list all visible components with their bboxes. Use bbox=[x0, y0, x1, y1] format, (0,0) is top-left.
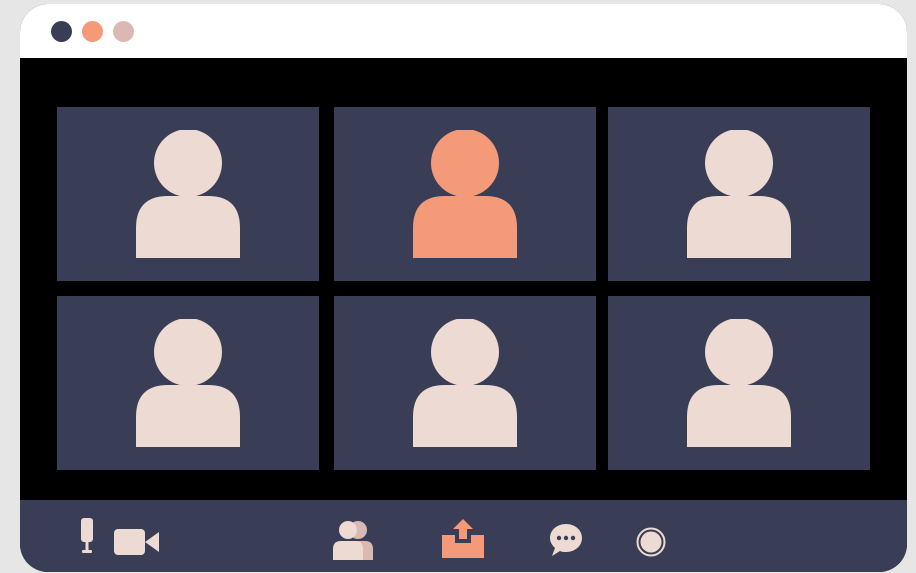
meeting-window bbox=[20, 4, 907, 572]
microphone-button[interactable] bbox=[79, 516, 95, 556]
window-maximize-button[interactable] bbox=[113, 21, 134, 42]
meeting-toolbar bbox=[20, 500, 907, 572]
participants-icon bbox=[333, 521, 373, 560]
video-camera-icon bbox=[114, 529, 159, 555]
person-avatar-icon bbox=[136, 319, 240, 447]
video-grid-area bbox=[20, 58, 907, 500]
participant-tile-6[interactable] bbox=[608, 296, 870, 470]
participant-tile-1[interactable] bbox=[57, 107, 319, 281]
video-camera-button[interactable] bbox=[114, 529, 160, 555]
record-button[interactable] bbox=[636, 527, 666, 557]
record-icon bbox=[636, 527, 666, 557]
person-avatar-icon bbox=[687, 130, 791, 258]
participant-grid bbox=[57, 107, 870, 470]
person-avatar-icon bbox=[687, 319, 791, 447]
share-screen-icon bbox=[442, 519, 484, 558]
person-avatar-icon bbox=[413, 319, 517, 447]
participant-tile-4[interactable] bbox=[57, 296, 319, 470]
window-minimize-button[interactable] bbox=[82, 21, 103, 42]
share-screen-button[interactable] bbox=[442, 519, 484, 559]
title-bar bbox=[20, 4, 907, 58]
window-close-button[interactable] bbox=[51, 21, 72, 42]
person-avatar-icon bbox=[413, 130, 517, 258]
microphone-icon bbox=[81, 518, 93, 553]
chat-icon bbox=[550, 524, 582, 556]
chat-button[interactable] bbox=[549, 522, 583, 560]
participant-tile-2-active-speaker[interactable] bbox=[334, 107, 596, 281]
participant-tile-3[interactable] bbox=[608, 107, 870, 281]
participant-tile-5[interactable] bbox=[334, 296, 596, 470]
person-avatar-icon bbox=[136, 130, 240, 258]
participants-button[interactable] bbox=[331, 520, 375, 560]
